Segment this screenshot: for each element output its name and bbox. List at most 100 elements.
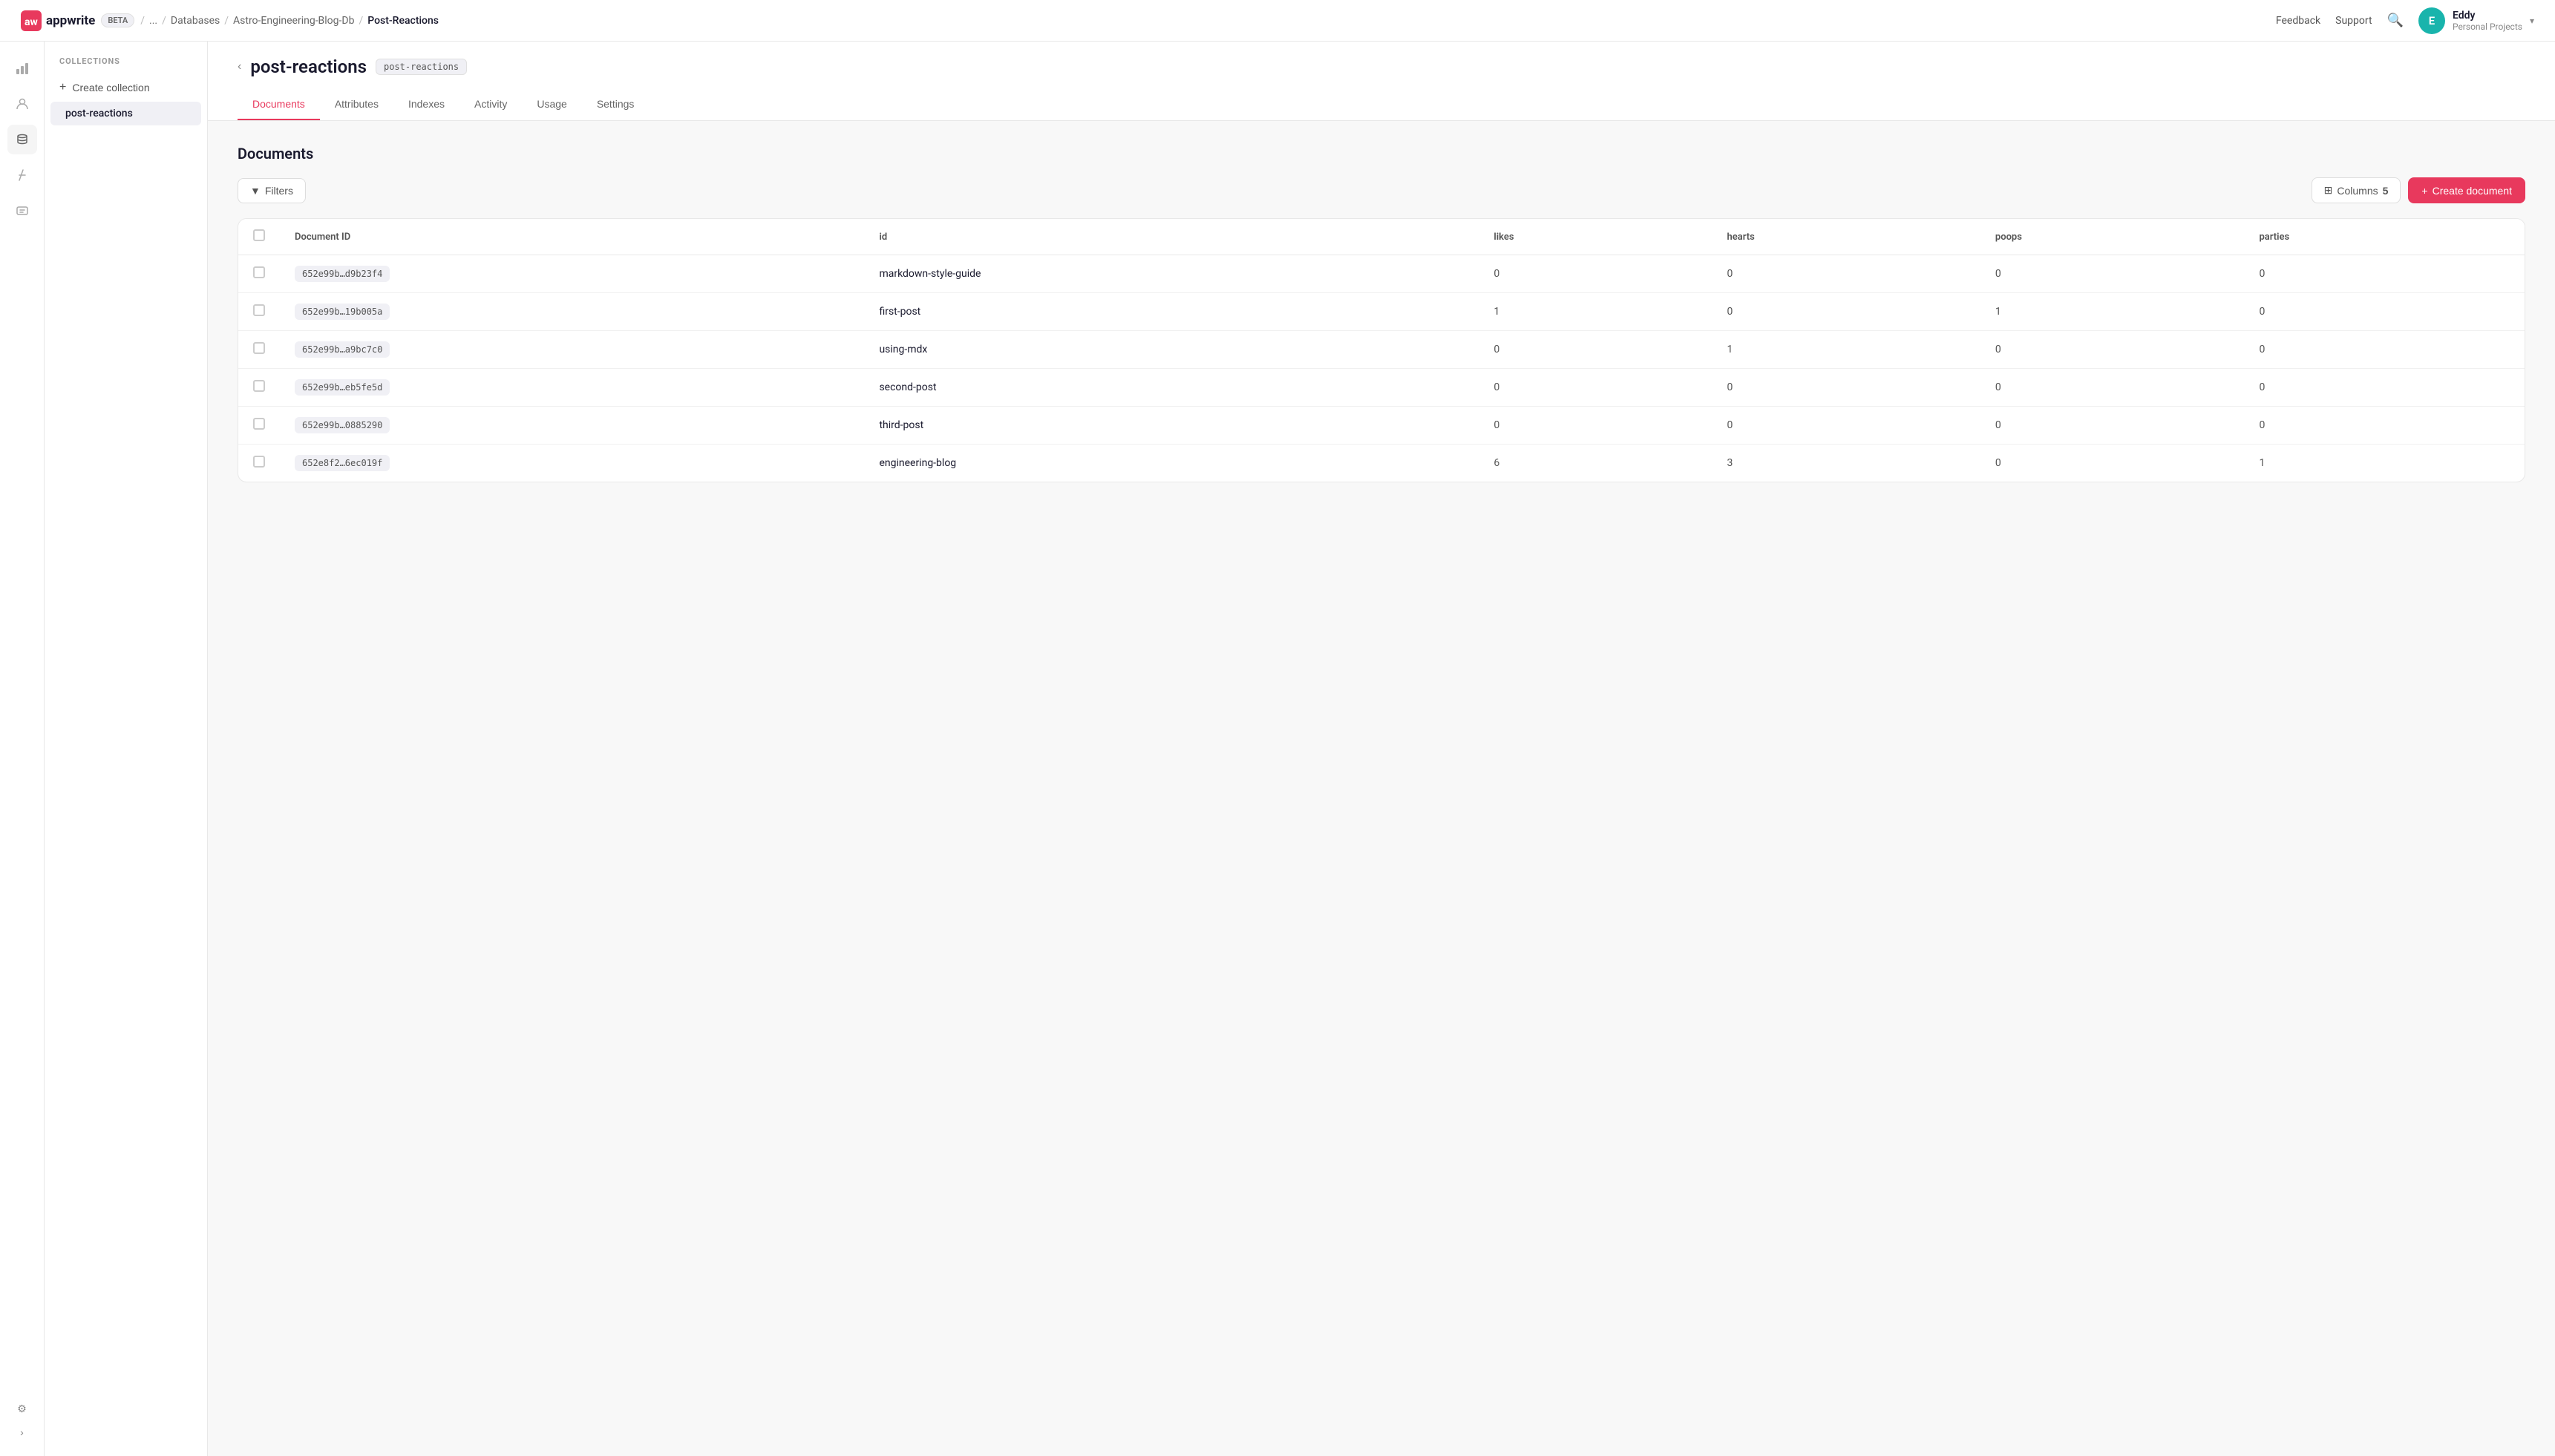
header-checkbox[interactable] xyxy=(253,229,265,241)
row-doc-id[interactable]: 652e99b…19b005a xyxy=(280,293,864,331)
table-body: 652e99b…d9b23f4 markdown-style-guide 0 0… xyxy=(238,255,2525,482)
row-parties: 0 xyxy=(2244,369,2525,407)
main-content: ‹ post-reactions post-reactions Document… xyxy=(208,42,2555,1456)
row-checkbox[interactable] xyxy=(238,293,280,331)
row-likes: 0 xyxy=(1479,255,1712,293)
row-checkbox[interactable] xyxy=(238,369,280,407)
user-section[interactable]: E Eddy Personal Projects ▾ xyxy=(2418,7,2534,34)
row-hearts: 0 xyxy=(1712,293,1980,331)
row-poops: 0 xyxy=(1980,407,2245,445)
row-doc-id[interactable]: 652e99b…0885290 xyxy=(280,407,864,445)
user-name: Eddy xyxy=(2453,10,2522,22)
row-checkbox[interactable] xyxy=(238,331,280,369)
toolbar-left: ▼ Filters xyxy=(238,178,306,203)
tab-attributes[interactable]: Attributes xyxy=(320,89,393,120)
sidebar-item-functions[interactable] xyxy=(7,160,37,190)
row-doc-id[interactable]: 652e99b…d9b23f4 xyxy=(280,255,864,293)
search-icon: 🔍 xyxy=(2387,13,2404,27)
logo-text: appwrite xyxy=(46,13,95,28)
expand-button[interactable]: › xyxy=(10,1420,34,1444)
row-likes: 6 xyxy=(1479,445,1712,482)
tab-documents[interactable]: Documents xyxy=(238,89,320,120)
sidebar-bottom-controls: ⚙ › xyxy=(10,1397,34,1444)
tab-indexes[interactable]: Indexes xyxy=(393,89,459,120)
breadcrumb-sep-1: / xyxy=(140,15,145,27)
tab-usage[interactable]: Usage xyxy=(522,89,581,120)
row-hearts: 1 xyxy=(1712,331,1980,369)
row-likes: 0 xyxy=(1479,369,1712,407)
columns-button[interactable]: ⊞ Columns 5 xyxy=(2312,177,2401,203)
feedback-link[interactable]: Feedback xyxy=(2276,15,2320,27)
collection-item-post-reactions[interactable]: post-reactions xyxy=(50,102,201,125)
row-doc-id[interactable]: 652e99b…a9bc7c0 xyxy=(280,331,864,369)
create-collection-label: Create collection xyxy=(72,82,149,94)
documents-section-title: Documents xyxy=(238,145,2525,163)
tab-settings[interactable]: Settings xyxy=(582,89,650,120)
row-checkbox-input[interactable] xyxy=(253,304,265,316)
row-checkbox-input[interactable] xyxy=(253,266,265,278)
appwrite-logo[interactable]: aw appwrite xyxy=(21,10,95,31)
row-slug: markdown-style-guide xyxy=(864,255,1479,293)
filter-button[interactable]: ▼ Filters xyxy=(238,178,306,203)
collection-tag: post-reactions xyxy=(376,59,467,75)
doc-id-badge: 652e8f2…6ec019f xyxy=(295,455,390,471)
topnav-left: aw appwrite BETA / ... / Databases / Ast… xyxy=(21,10,439,31)
table-header-row: Document ID id likes hearts poops partie… xyxy=(238,219,2525,255)
row-checkbox-input[interactable] xyxy=(253,380,265,392)
columns-count: 5 xyxy=(2383,185,2389,197)
th-checkbox xyxy=(238,219,280,255)
table-row[interactable]: 652e99b…0885290 third-post 0 0 0 0 xyxy=(238,407,2525,445)
create-collection-button[interactable]: + Create collection xyxy=(45,75,207,100)
row-doc-id[interactable]: 652e8f2…6ec019f xyxy=(280,445,864,482)
collections-sidebar: COLLECTIONS + Create collection post-rea… xyxy=(45,42,208,1456)
breadcrumb-databases[interactable]: Databases xyxy=(171,15,220,27)
doc-id-badge: 652e99b…a9bc7c0 xyxy=(295,341,390,358)
row-checkbox[interactable] xyxy=(238,407,280,445)
settings-button[interactable]: ⚙ xyxy=(10,1397,34,1420)
row-checkbox-input[interactable] xyxy=(253,342,265,354)
search-button[interactable]: 🔍 xyxy=(2387,13,2404,28)
row-hearts: 0 xyxy=(1712,407,1980,445)
sidebar-item-auth[interactable] xyxy=(7,89,37,119)
table-row[interactable]: 652e99b…19b005a first-post 1 0 1 0 xyxy=(238,293,2525,331)
table-row[interactable]: 652e8f2…6ec019f engineering-blog 6 3 0 1 xyxy=(238,445,2525,482)
toolbar-right: ⊞ Columns 5 + Create document xyxy=(2312,177,2525,203)
row-checkbox-input[interactable] xyxy=(253,418,265,430)
table-row[interactable]: 652e99b…a9bc7c0 using-mdx 0 1 0 0 xyxy=(238,331,2525,369)
breadcrumb-sep-2: / xyxy=(162,15,166,27)
row-checkbox[interactable] xyxy=(238,255,280,293)
documents-table: Document ID id likes hearts poops partie… xyxy=(238,219,2525,482)
tab-activity[interactable]: Activity xyxy=(459,89,522,120)
row-checkbox-input[interactable] xyxy=(253,456,265,468)
filter-label: Filters xyxy=(265,185,293,197)
sidebar-item-storage[interactable] xyxy=(7,196,37,226)
tabs: Documents Attributes Indexes Activity Us… xyxy=(238,89,2525,120)
columns-label: Columns xyxy=(2337,185,2378,197)
breadcrumb-ellipsis[interactable]: ... xyxy=(149,15,157,27)
sidebar-item-database[interactable] xyxy=(7,125,37,154)
sidebar-item-analytics[interactable] xyxy=(7,53,37,83)
page-title: post-reactions xyxy=(250,56,367,77)
page-title-row: ‹ post-reactions post-reactions xyxy=(238,56,2525,77)
table-row[interactable]: 652e99b…eb5fe5d second-post 0 0 0 0 xyxy=(238,369,2525,407)
collections-section-title: COLLECTIONS xyxy=(45,56,207,75)
th-poops: poops xyxy=(1980,219,2245,255)
row-likes: 0 xyxy=(1479,407,1712,445)
table-row[interactable]: 652e99b…d9b23f4 markdown-style-guide 0 0… xyxy=(238,255,2525,293)
row-doc-id[interactable]: 652e99b…eb5fe5d xyxy=(280,369,864,407)
support-link[interactable]: Support xyxy=(2335,15,2372,27)
row-parties: 0 xyxy=(2244,407,2525,445)
row-checkbox[interactable] xyxy=(238,445,280,482)
create-document-button[interactable]: + Create document xyxy=(2408,177,2525,203)
topnav-right: Feedback Support 🔍 E Eddy Personal Proje… xyxy=(2276,7,2534,34)
row-poops: 0 xyxy=(1980,369,2245,407)
row-slug: third-post xyxy=(864,407,1479,445)
svg-text:aw: aw xyxy=(24,16,38,28)
row-slug: second-post xyxy=(864,369,1479,407)
row-likes: 1 xyxy=(1479,293,1712,331)
create-doc-plus-icon: + xyxy=(2421,185,2427,197)
row-poops: 0 xyxy=(1980,445,2245,482)
page-header: ‹ post-reactions post-reactions Document… xyxy=(208,42,2555,121)
back-button[interactable]: ‹ xyxy=(238,60,241,73)
breadcrumb-db[interactable]: Astro-Engineering-Blog-Db xyxy=(233,15,354,27)
